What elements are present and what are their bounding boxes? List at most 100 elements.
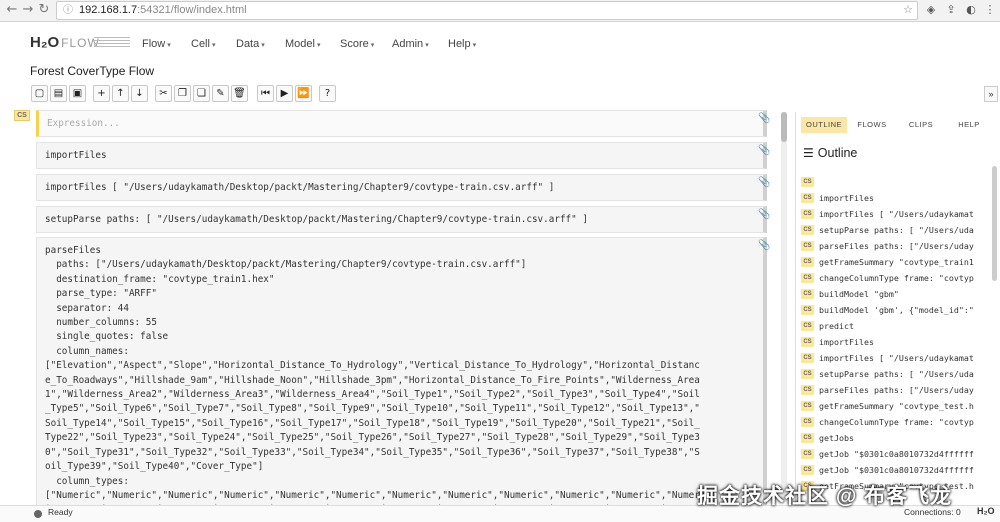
collapse-panel-icon[interactable]: » [984,86,998,102]
move-down-icon[interactable]: ↓ [131,85,148,102]
run-cell-icon[interactable]: ▶ [276,85,293,102]
outline-item[interactable]: CS importFiles [801,190,991,206]
outline-item-label: parseFiles paths: ["/Users/uday [819,385,974,395]
cell-type-tag: CS [801,241,814,251]
cell-active[interactable]: Expression... [36,110,767,137]
back-icon[interactable]: ← [4,2,20,18]
clip-icon[interactable]: 📎 [758,145,770,156]
cut-icon[interactable]: ✂ [155,85,172,102]
outline-item[interactable]: CS getJob "$0301c0a8010732d4ffffff [801,462,991,478]
open-notebook-icon[interactable]: ▤ [50,85,67,102]
paste-icon[interactable]: ❏ [193,85,210,102]
chevron-down-icon: ▾ [261,42,265,49]
outline-item[interactable]: CS parseFiles paths: ["/Users/uday [801,382,991,398]
insert-cell-icon[interactable]: + [93,85,110,102]
url-host: 192.168.1.7 [79,4,138,16]
extension-icon[interactable]: ◈ [924,3,938,17]
outline-item-label: buildModel "gbm" [819,289,899,299]
extension-icon[interactable]: ⇪ [944,3,958,17]
bookmark-star-icon[interactable]: ☆ [901,3,915,17]
address-bar[interactable]: ⓘ 192.168.1.7:54321/flow/index.html [56,1,918,20]
outline-item[interactable]: CS getJobs [801,430,991,446]
menu-cell[interactable]: Cell ▾ [191,38,215,50]
cell-type-tag: CS [801,289,814,299]
tab-outline[interactable]: OUTLINE [801,117,847,133]
cell[interactable]: setupParse paths: [ "/Users/udaykamath/D… [36,206,767,233]
move-up-icon[interactable]: ↑ [112,85,129,102]
logo-decoration [94,37,130,49]
delete-icon[interactable]: 🗑 [231,85,248,102]
new-notebook-icon[interactable]: ▢ [31,85,48,102]
connections-value: 0 [956,507,961,517]
cells-scrollbar-thumb[interactable] [781,112,787,142]
menu-score[interactable]: Score ▾ [340,38,374,50]
outline-item-label: setupParse paths: [ "/Users/uda [819,369,974,379]
outline-item[interactable]: CS getFrameSummary "covtype_test.h [801,398,991,414]
status-text: Ready [48,507,73,517]
outline-item[interactable]: CS changeColumnType frame: "covtyp [801,414,991,430]
outline-scrollbar[interactable] [992,166,997,281]
menu-help[interactable]: Help ▾ [448,38,476,50]
outline-item-label: importFiles [819,193,874,203]
help-icon[interactable]: ? [319,85,336,102]
outline-item[interactable]: CS predict [801,318,991,334]
logo-h2o: H₂O [30,34,60,51]
cell-type-tag: CS [801,449,814,459]
tab-help[interactable]: HELP [946,117,992,133]
outline-item[interactable]: CS getJob "$0301c0a8010732d4ffffff [801,446,991,462]
menu-label: Data [236,38,260,50]
outline-item[interactable]: CS setupParse paths: [ "/Users/uda [801,222,991,238]
outline-item[interactable]: CS importFiles [ "/Users/udaykamat [801,206,991,222]
outline-item[interactable]: CS importFiles [801,334,991,350]
outline-item[interactable]: CS [801,174,991,190]
cell-type-tag: CS [801,353,814,363]
forward-icon[interactable]: → [20,2,36,18]
watermark: 掘金技术社区 @ 布客飞龙 [697,485,953,508]
outline-item-label: parseFiles paths: ["/Users/uday [819,241,974,251]
tab-flows[interactable]: FLOWS [849,117,895,133]
outline-item-label: importFiles [ "/Users/udaykamat [819,353,974,363]
menu-flow[interactable]: Flow ▾ [142,38,171,50]
info-icon[interactable]: ⓘ [63,2,73,19]
reload-icon[interactable]: ↻ [36,2,52,18]
outline-item-label: importFiles [ "/Users/udaykamat [819,209,974,219]
outline-item[interactable]: CS importFiles [ "/Users/udaykamat [801,350,991,366]
tab-clips[interactable]: CLIPS [898,117,944,133]
outline-item[interactable]: CS getFrameSummary "covtype_train1 [801,254,991,270]
outline-item-label: setupParse paths: [ "/Users/uda [819,225,974,235]
run-all-icon[interactable]: ⏩ [295,85,312,102]
outline-item[interactable]: CS buildModel 'gbm', {"model_id":" [801,302,991,318]
outline-item[interactable]: CS buildModel "gbm" [801,286,991,302]
clip-icon[interactable]: 📎 [758,113,770,124]
outline-title: Outline [817,146,858,160]
h2o-flow-logo[interactable]: H₂O FLOW [30,34,100,51]
browser-menu-icon[interactable]: ⋮ [983,3,997,17]
menu-admin[interactable]: Admin ▾ [392,38,429,50]
cell[interactable]: importFiles [ "/Users/udaykamath/Desktop… [36,174,767,201]
clip-icon[interactable]: 📎 [758,240,770,251]
notebook-title[interactable]: Forest CoverType Flow [30,64,154,78]
clip-icon[interactable]: 📎 [758,209,770,220]
chevron-down-icon: ▾ [316,42,321,49]
cells-scrollbar[interactable] [781,112,787,502]
cell-type-tag: CS [801,465,814,475]
clear-icon[interactable]: ✎ [212,85,229,102]
outline-item[interactable]: CS parseFiles paths: ["/Users/uday [801,238,991,254]
cell-type-tag: CS [801,257,814,267]
run-to-cell-icon[interactable]: ⏮ [257,85,274,102]
outline-item-label: getJob "$0301c0a8010732d4ffffff [819,465,974,475]
save-notebook-icon[interactable]: ▣ [69,85,86,102]
cell-parsefiles[interactable]: parseFiles paths: ["/Users/udaykamath/De… [36,237,767,505]
cell-type-tag: CS [801,193,814,203]
outline-item[interactable]: CS setupParse paths: [ "/Users/uda [801,366,991,382]
cell[interactable]: importFiles [36,142,767,169]
copy-icon[interactable]: ❐ [174,85,191,102]
extension-icon[interactable]: ◐ [964,3,978,17]
cell-type-tag[interactable]: CS [14,110,30,121]
chevron-down-icon: ▾ [472,42,477,49]
menu-data[interactable]: Data ▾ [236,38,265,50]
outline-item[interactable]: CS changeColumnType frame: "covtyp [801,270,991,286]
cell-type-tag: CS [801,273,814,283]
clip-icon[interactable]: 📎 [758,177,770,188]
menu-model[interactable]: Model ▾ [285,38,320,50]
